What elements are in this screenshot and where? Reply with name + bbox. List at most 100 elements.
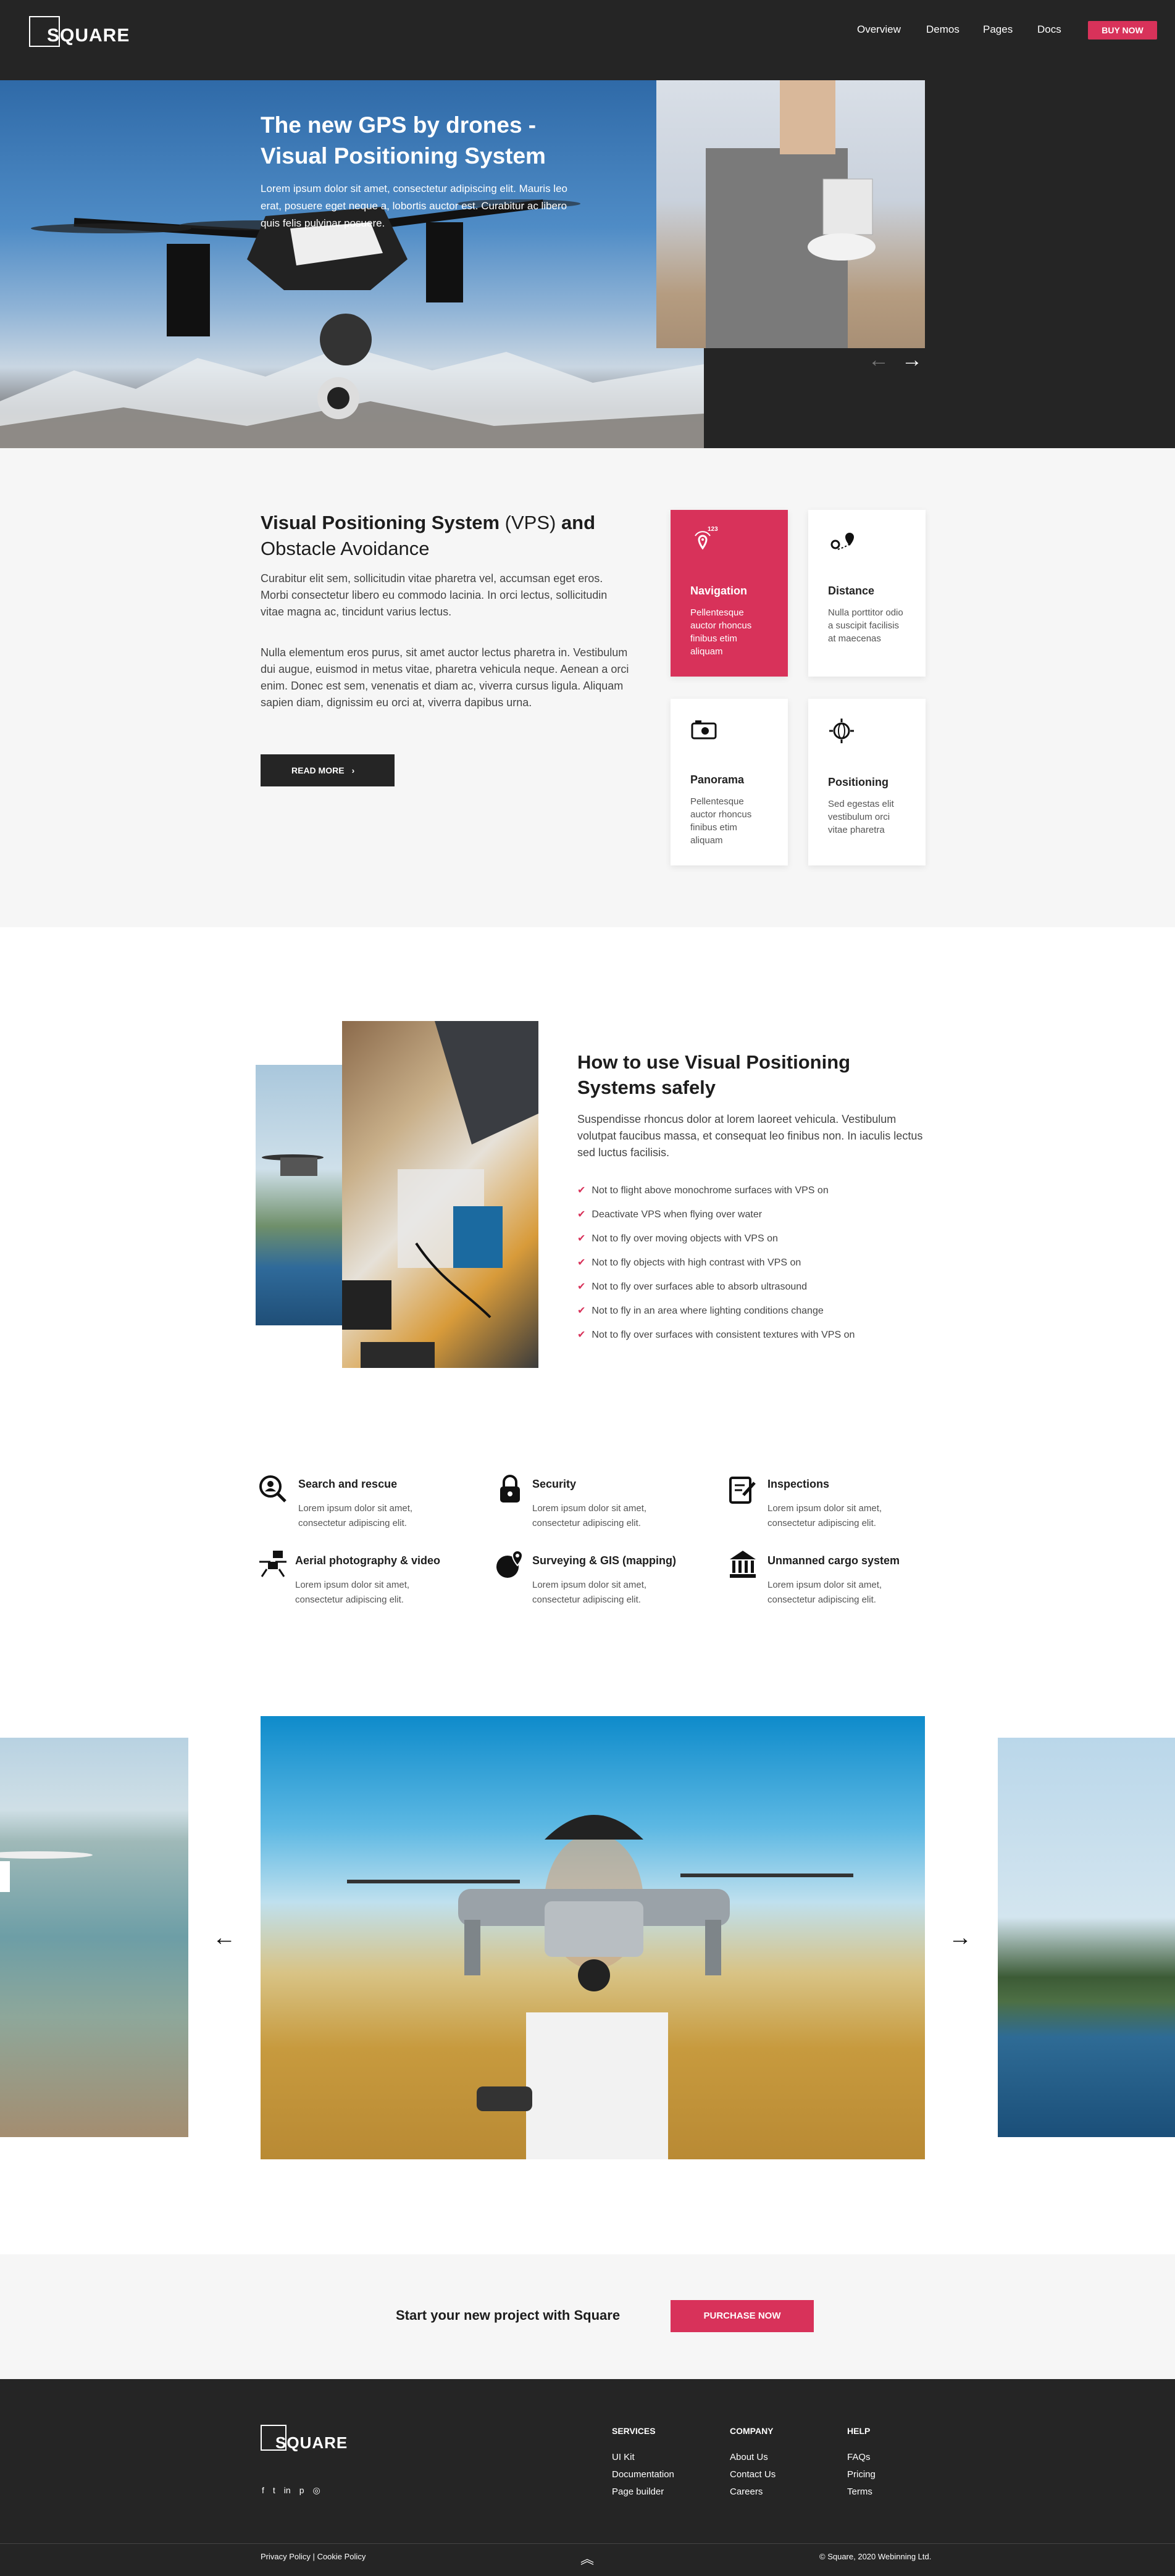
arduino-laptop-illustration bbox=[342, 1021, 538, 1368]
hero-title-line1: The new GPS by drones - bbox=[261, 112, 537, 138]
hero-side-photo bbox=[656, 80, 925, 348]
footer-link[interactable]: Documentation bbox=[612, 2469, 674, 2480]
checklist-item: ✔ Not to fly objects with high contrast w… bbox=[577, 1256, 801, 1269]
chevron-right-icon: › bbox=[351, 765, 355, 775]
card-text: Pellentesque auctor rhoncus finibus etim… bbox=[690, 607, 752, 657]
checklist-text: Not to fly over moving objects with VPS … bbox=[592, 1233, 778, 1244]
service-title: Inspections bbox=[767, 1478, 830, 1490]
dribbble-icon[interactable]: ◎ bbox=[312, 2485, 320, 2496]
slider-prev-arrow-icon[interactable]: ← bbox=[212, 1925, 236, 1951]
howto-title: How to use Visual Positioning Systems sa… bbox=[577, 1051, 851, 1098]
cta-section: Start your new project with Square PURCH… bbox=[0, 2254, 1175, 2379]
site-header: SQUARE Overview Demos Pages Docs BUY NOW bbox=[0, 0, 1175, 80]
checklist-item: ✔ Not to fly over moving objects with VPS… bbox=[577, 1232, 778, 1244]
howto-electronics-image bbox=[342, 1021, 538, 1368]
feature-card-positioning[interactable]: Positioning Sed egestas elit vestibulum … bbox=[808, 699, 926, 865]
checkmark-icon: ✔ bbox=[577, 1233, 586, 1244]
purchase-now-button[interactable]: PURCHASE NOW bbox=[671, 2300, 814, 2332]
footer-link[interactable]: Careers bbox=[730, 2486, 763, 2497]
footer-link[interactable]: FAQs bbox=[847, 2452, 871, 2462]
footer-link[interactable]: UI Kit bbox=[612, 2452, 635, 2462]
privacy-policy-link[interactable]: Privacy Policy bbox=[261, 2552, 311, 2561]
map-pin-icon bbox=[830, 533, 854, 550]
card-title: Panorama bbox=[690, 773, 745, 786]
footer-heading-company: COMPANY bbox=[730, 2426, 774, 2436]
person-with-controller-illustration bbox=[706, 80, 876, 348]
vps-features-section: Visual Positioning System (VPS) and Obst… bbox=[0, 448, 1175, 927]
service-title: Unmanned cargo system bbox=[767, 1554, 900, 1567]
nav-docs[interactable]: Docs bbox=[1037, 23, 1061, 36]
card-title: Navigation bbox=[690, 585, 748, 597]
hero-prev-arrow-icon[interactable]: ← bbox=[868, 348, 889, 372]
hero-next-arrow-icon[interactable]: → bbox=[901, 348, 922, 372]
checkmark-icon: ✔ bbox=[577, 1282, 586, 1292]
nav-pages[interactable]: Pages bbox=[983, 23, 1013, 36]
facebook-icon[interactable]: f bbox=[262, 2485, 264, 2496]
legal-links: Privacy Policy | Cookie Policy bbox=[261, 2552, 366, 2561]
vps-title-vps: (VPS) bbox=[500, 512, 561, 533]
nav-demos[interactable]: Demos bbox=[926, 23, 960, 36]
feature-card-navigation[interactable]: 123 Navigation Pellentesque auctor rhonc… bbox=[671, 510, 788, 677]
service-title: Aerial photography & video bbox=[295, 1554, 441, 1567]
vps-title-bold: Visual Positioning System bbox=[261, 512, 500, 533]
card-title: Positioning bbox=[828, 776, 889, 788]
card-text: Nulla porttitor odio a suscipit facilisi… bbox=[828, 607, 903, 644]
twitter-icon[interactable]: t bbox=[273, 2485, 275, 2496]
checkmark-icon: ✔ bbox=[577, 1257, 586, 1268]
hero-title-line2: Visual Positioning System bbox=[261, 143, 546, 169]
nav-overview[interactable]: Overview bbox=[857, 23, 901, 36]
checklist-item: ✔ Deactivate VPS when flying over water bbox=[577, 1208, 762, 1220]
panorama-camera-icon bbox=[691, 720, 717, 740]
service-text: Lorem ipsum dolor sit amet, consectetur … bbox=[767, 1503, 882, 1528]
pinterest-icon[interactable]: p bbox=[299, 2485, 304, 2496]
checklist-item: ✔ Not to fly over surfaces with consisten… bbox=[577, 1328, 855, 1341]
service-text: Lorem ipsum dolor sit amet, consectetur … bbox=[767, 1580, 882, 1605]
hero-description: Lorem ipsum dolor sit amet, consectetur … bbox=[261, 183, 567, 229]
man-holding-drone-illustration bbox=[347, 1815, 853, 2159]
vps-title-line2: Obstacle Avoidance bbox=[261, 538, 430, 559]
slider-image-active bbox=[261, 1716, 925, 2159]
lock-icon bbox=[500, 1475, 520, 1503]
read-more-button[interactable]: READ MORE › bbox=[261, 754, 395, 786]
checkmark-icon: ✔ bbox=[577, 1330, 586, 1340]
service-text: Lorem ipsum dolor sit amet, consectetur … bbox=[532, 1580, 647, 1605]
footer-logo[interactable]: SQUARE bbox=[275, 2433, 348, 2453]
footer-link[interactable]: Pricing bbox=[847, 2469, 876, 2480]
feature-card-distance[interactable]: Distance Nulla porttitor odio a suscipit… bbox=[808, 510, 926, 677]
service-text: Lorem ipsum dolor sit amet, consectetur … bbox=[532, 1503, 647, 1528]
footer-link[interactable]: About Us bbox=[730, 2452, 768, 2462]
checklist-text: Not to fly in an area where lighting con… bbox=[592, 1306, 824, 1316]
feature-card-panorama[interactable]: Panorama Pellentesque auctor rhoncus fin… bbox=[671, 699, 788, 865]
buy-now-button[interactable]: BUY NOW bbox=[1088, 21, 1157, 40]
site-footer: SQUARE f t in p ◎ SERVICES UI Kit Docume… bbox=[0, 2379, 1175, 2576]
drone-over-lake-illustration bbox=[262, 1154, 324, 1176]
clipboard-check-icon bbox=[729, 1477, 756, 1504]
footer-link[interactable]: Contact Us bbox=[730, 2469, 776, 2480]
footer-link[interactable]: Page builder bbox=[612, 2486, 664, 2497]
checkmark-icon: ✔ bbox=[577, 1306, 586, 1316]
linkedin-icon[interactable]: in bbox=[284, 2485, 291, 2496]
legal-separator: | bbox=[312, 2552, 315, 2561]
search-person-icon bbox=[259, 1475, 286, 1503]
checklist-text: Not to fly over surfaces able to absorb … bbox=[592, 1282, 808, 1292]
checklist-text: Deactivate VPS when flying over water bbox=[592, 1209, 763, 1220]
checklist-item: ✔ Not to fly in an area where lighting co… bbox=[577, 1304, 824, 1317]
card-title: Distance bbox=[828, 585, 875, 597]
checklist-text: Not to fly objects with high contrast wi… bbox=[592, 1257, 801, 1268]
scroll-to-top-icon[interactable]: ︽ bbox=[580, 2548, 594, 2568]
slider-image-next bbox=[998, 1738, 1175, 2137]
footer-link[interactable]: Terms bbox=[847, 2486, 872, 2497]
globe-pin-icon bbox=[496, 1550, 524, 1578]
vps-paragraph-1: Curabitur elit sem, sollicitudin vitae p… bbox=[261, 572, 608, 618]
cookie-policy-link[interactable]: Cookie Policy bbox=[317, 2552, 366, 2561]
card-text: Pellentesque auctor rhoncus finibus etim… bbox=[690, 796, 752, 846]
footer-divider bbox=[0, 2543, 1175, 2544]
footer-heading-services: SERVICES bbox=[612, 2426, 656, 2436]
hero-title: The new GPS by drones - Visual Positioni… bbox=[261, 110, 606, 172]
logo[interactable]: SQUARE bbox=[47, 25, 130, 46]
slider-next-arrow-icon[interactable]: → bbox=[948, 1925, 972, 1951]
cta-text: Start your new project with Square bbox=[396, 2307, 621, 2323]
globe-crosshair-icon bbox=[829, 719, 854, 743]
service-title: Search and rescue bbox=[298, 1478, 398, 1490]
service-text: Lorem ipsum dolor sit amet, consectetur … bbox=[295, 1580, 410, 1605]
